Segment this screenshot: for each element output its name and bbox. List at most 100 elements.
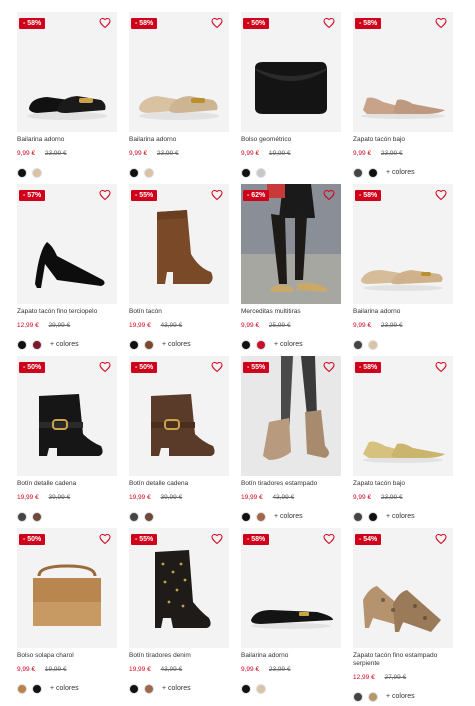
color-swatch[interactable] <box>32 511 42 522</box>
favorite-heart-icon[interactable] <box>99 17 111 29</box>
product-name[interactable]: Botín tiradores estampado <box>241 480 353 488</box>
color-swatch[interactable] <box>144 683 154 694</box>
product-card[interactable]: - 50% Bolso solapa charol 9,99 € 19,99 €… <box>17 528 117 703</box>
more-colors-link[interactable]: + colores <box>50 685 79 692</box>
favorite-heart-icon[interactable] <box>435 189 447 201</box>
product-name[interactable]: Zapato tacón fino estampado serpiente <box>353 652 465 668</box>
product-name[interactable]: Bolso geométrico <box>241 136 353 144</box>
product-image[interactable]: - 58% <box>353 12 453 132</box>
product-card[interactable]: - 58% Zapato tacón bajo 9,99 € 23,99 € +… <box>353 356 453 531</box>
color-swatch[interactable] <box>17 167 27 178</box>
more-colors-link[interactable]: + colores <box>274 513 303 520</box>
favorite-heart-icon[interactable] <box>435 361 447 373</box>
color-swatch[interactable] <box>241 167 251 178</box>
more-colors-link[interactable]: + colores <box>386 513 415 520</box>
product-name[interactable]: Bolso solapa charol <box>17 652 129 660</box>
color-swatch[interactable] <box>17 339 27 350</box>
product-image[interactable]: - 50% <box>17 356 117 476</box>
product-name[interactable]: Merceditas multitiras <box>241 308 353 316</box>
color-swatch[interactable] <box>129 683 139 694</box>
product-card[interactable]: - 58% Bailarina adorno 9,99 € 23,99 € <box>353 184 453 359</box>
product-card[interactable]: - 55% Botín tiradores denim 19,99 € 43,9… <box>129 528 229 703</box>
product-image[interactable]: - 50% <box>129 356 229 476</box>
favorite-heart-icon[interactable] <box>99 533 111 545</box>
color-swatch[interactable] <box>368 691 378 702</box>
product-name[interactable]: Zapato tacón fino terciopelo <box>17 308 129 316</box>
product-image[interactable]: - 58% <box>129 12 229 132</box>
favorite-heart-icon[interactable] <box>211 189 223 201</box>
color-swatch[interactable] <box>32 167 42 178</box>
favorite-heart-icon[interactable] <box>211 361 223 373</box>
favorite-heart-icon[interactable] <box>99 189 111 201</box>
color-swatch[interactable] <box>241 683 251 694</box>
color-swatch[interactable] <box>353 511 363 522</box>
product-name[interactable]: Zapato tacón bajo <box>353 480 465 488</box>
product-name[interactable]: Botín tacón <box>129 308 241 316</box>
favorite-heart-icon[interactable] <box>323 189 335 201</box>
more-colors-link[interactable]: + colores <box>162 685 191 692</box>
product-card[interactable]: - 50% Botín detalle cadena 19,99 € 39,99… <box>17 356 117 531</box>
color-swatch[interactable] <box>32 683 42 694</box>
more-colors-link[interactable]: + colores <box>50 341 79 348</box>
favorite-heart-icon[interactable] <box>435 17 447 29</box>
product-card[interactable]: - 58% Bailarina adorno 9,99 € 23,99 € <box>129 12 229 187</box>
more-colors-link[interactable]: + colores <box>162 341 191 348</box>
color-swatch[interactable] <box>129 339 139 350</box>
product-image[interactable]: - 57% <box>17 184 117 304</box>
color-swatch[interactable] <box>17 683 27 694</box>
product-name[interactable]: Botín tiradores denim <box>129 652 241 660</box>
color-swatch[interactable] <box>144 339 154 350</box>
color-swatch[interactable] <box>241 511 251 522</box>
favorite-heart-icon[interactable] <box>211 17 223 29</box>
product-image[interactable]: - 58% <box>353 184 453 304</box>
product-name[interactable]: Zapato tacón bajo <box>353 136 465 144</box>
product-name[interactable]: Bailarina adorno <box>241 652 353 660</box>
color-swatch[interactable] <box>241 339 251 350</box>
product-image[interactable]: - 58% <box>353 356 453 476</box>
product-image[interactable]: - 58% <box>241 528 341 648</box>
product-image[interactable]: - 55% <box>129 528 229 648</box>
product-card[interactable]: - 50% Botín detalle cadena 19,99 € 39,99… <box>129 356 229 531</box>
favorite-heart-icon[interactable] <box>323 533 335 545</box>
product-name[interactable]: Botín detalle cadena <box>17 480 129 488</box>
color-swatch[interactable] <box>353 167 363 178</box>
more-colors-link[interactable]: + colores <box>386 693 415 700</box>
color-swatch[interactable] <box>129 511 139 522</box>
color-swatch[interactable] <box>368 167 378 178</box>
color-swatch[interactable] <box>129 167 139 178</box>
product-name[interactable]: Botín detalle cadena <box>129 480 241 488</box>
product-card[interactable]: - 54% Zapato tacón fino estampado serpie… <box>353 528 453 703</box>
product-card[interactable]: - 58% Bailarina adorno 9,99 € 23,99 € <box>17 12 117 187</box>
color-swatch[interactable] <box>256 683 266 694</box>
product-image[interactable]: - 50% <box>241 12 341 132</box>
product-image[interactable]: - 54% <box>353 528 453 648</box>
product-image[interactable]: - 58% <box>17 12 117 132</box>
color-swatch[interactable] <box>368 511 378 522</box>
favorite-heart-icon[interactable] <box>435 533 447 545</box>
product-image[interactable]: - 62% <box>241 184 341 304</box>
product-card[interactable]: - 58% Zapato tacón bajo 9,99 € 23,99 € +… <box>353 12 453 187</box>
more-colors-link[interactable]: + colores <box>386 169 415 176</box>
color-swatch[interactable] <box>32 339 42 350</box>
product-image[interactable]: - 50% <box>17 528 117 648</box>
color-swatch[interactable] <box>368 339 378 350</box>
product-card[interactable]: - 55% Botín tiradores estampado 19,99 € … <box>241 356 341 531</box>
favorite-heart-icon[interactable] <box>211 533 223 545</box>
product-card[interactable]: - 55% Botín tacón 19,99 € 43,99 € + colo… <box>129 184 229 359</box>
favorite-heart-icon[interactable] <box>323 361 335 373</box>
product-image[interactable]: - 55% <box>129 184 229 304</box>
color-swatch[interactable] <box>256 339 266 350</box>
color-swatch[interactable] <box>353 339 363 350</box>
color-swatch[interactable] <box>144 511 154 522</box>
color-swatch[interactable] <box>17 511 27 522</box>
product-card[interactable]: - 58% Bailarina adorno 9,99 € 23,99 € <box>241 528 341 703</box>
product-card[interactable]: - 57% Zapato tacón fino terciopelo 12,99… <box>17 184 117 359</box>
favorite-heart-icon[interactable] <box>323 17 335 29</box>
product-name[interactable]: Bailarina adorno <box>353 308 465 316</box>
color-swatch[interactable] <box>256 167 266 178</box>
more-colors-link[interactable]: + colores <box>274 341 303 348</box>
product-card[interactable]: - 50% Bolso geométrico 9,99 € 19,99 € <box>241 12 341 187</box>
color-swatch[interactable] <box>353 691 363 702</box>
product-image[interactable]: - 55% <box>241 356 341 476</box>
color-swatch[interactable] <box>256 511 266 522</box>
